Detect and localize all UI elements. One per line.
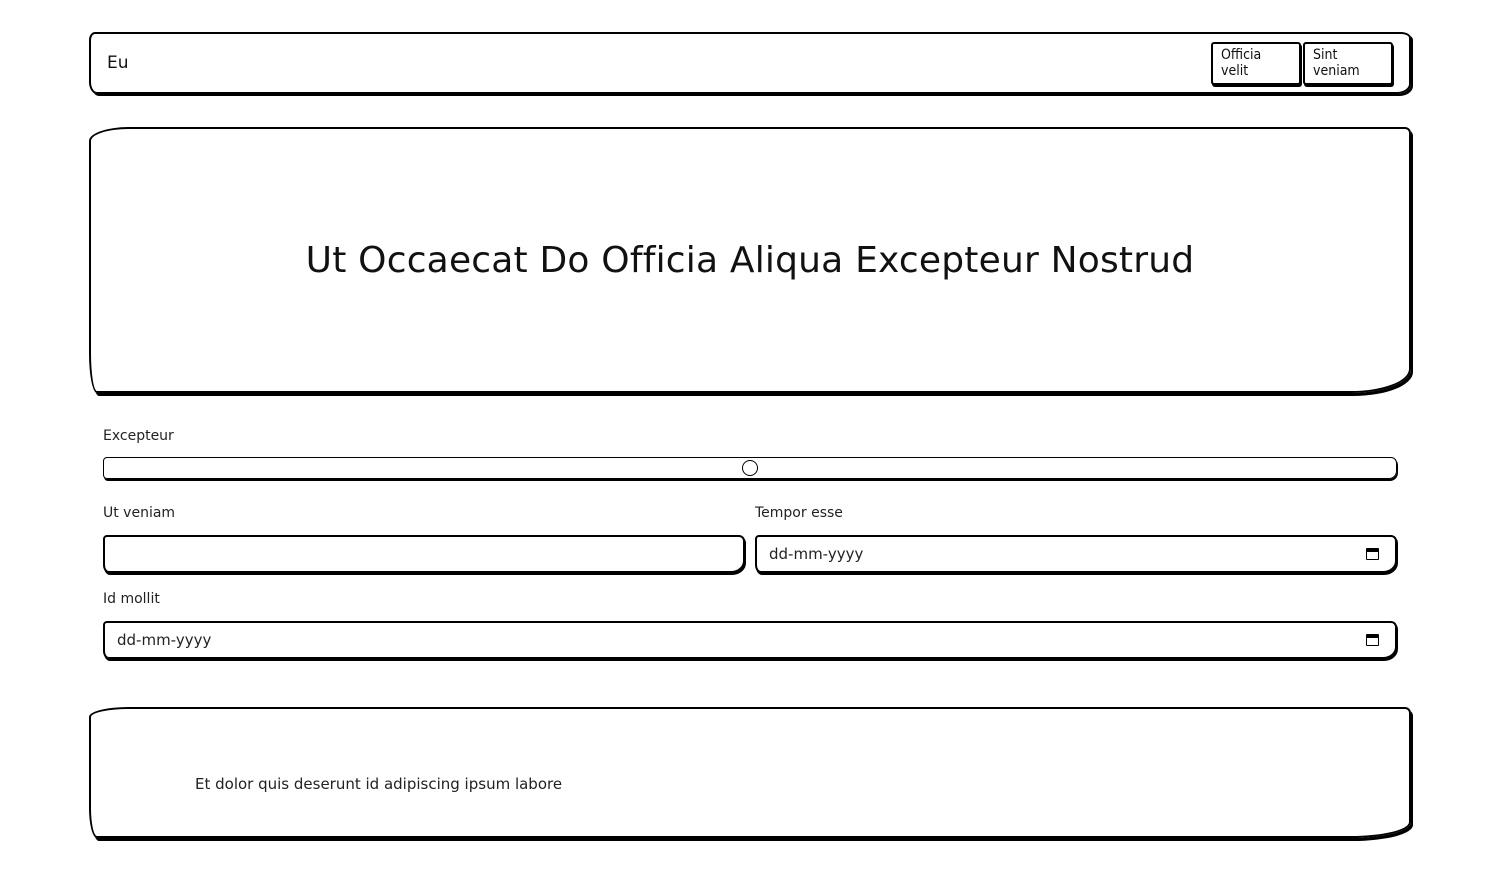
text-field-label: Ut veniam: [103, 505, 176, 521]
date-input-id-mollit[interactable]: dd-mm-yyyy: [103, 621, 1397, 659]
calendar-icon[interactable]: [1366, 634, 1379, 646]
slider-label: Excepteur: [103, 428, 174, 444]
hero-title: Ut Occaecat Do Officia Aliqua Excepteur …: [305, 239, 1195, 281]
nav-button-officia-velit[interactable]: Officia velit: [1211, 41, 1301, 85]
nav-buttons: Officia velit Sint veniam: [1211, 41, 1393, 85]
footer-text: Et dolor quis deserunt id adipiscing ips…: [195, 775, 563, 793]
date-input-tempor-esse[interactable]: dd-mm-yyyy: [755, 535, 1397, 573]
date-field-label-id-mollit: Id mollit: [103, 591, 160, 607]
date-input-placeholder: dd-mm-yyyy: [769, 545, 864, 563]
date-input-placeholder: dd-mm-yyyy: [117, 631, 212, 649]
brand-label[interactable]: Eu: [107, 53, 129, 73]
text-input-ut-veniam[interactable]: [103, 535, 745, 573]
footer-section: Et dolor quis deserunt id adipiscing ips…: [89, 707, 1411, 838]
hero-section: Ut Occaecat Do Officia Aliqua Excepteur …: [89, 127, 1411, 393]
range-slider-thumb[interactable]: [742, 460, 758, 476]
date-field-label-tempor-esse: Tempor esse: [755, 505, 843, 521]
nav-button-sint-veniam[interactable]: Sint veniam: [1303, 41, 1393, 85]
top-navbar: Eu Officia velit Sint veniam: [89, 32, 1411, 94]
calendar-icon[interactable]: [1366, 548, 1379, 560]
